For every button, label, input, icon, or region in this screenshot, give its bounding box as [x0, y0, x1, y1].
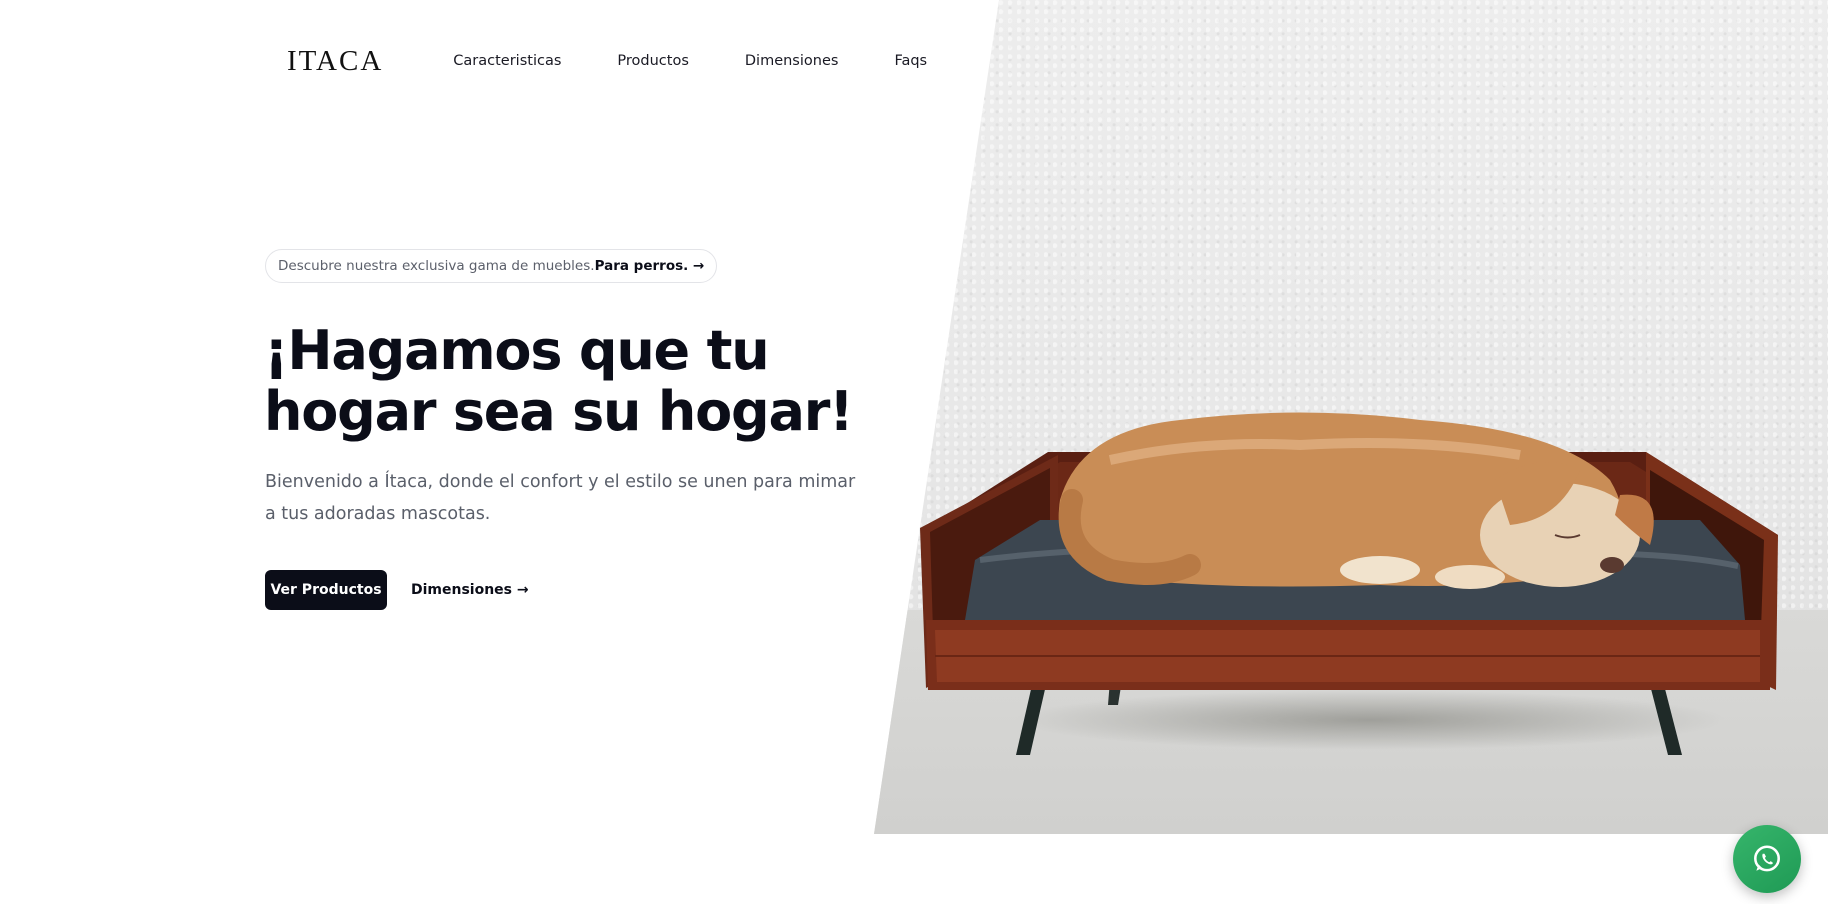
nav-item-faqs[interactable]: Faqs — [894, 53, 927, 69]
nav-item-productos[interactable]: Productos — [617, 53, 688, 69]
announcement-link[interactable]: Para perros. → — [595, 258, 705, 274]
hero-title: ¡Hagamos que tu hogar sea su hogar! — [264, 320, 864, 442]
nav-item-caracteristicas[interactable]: Caracteristicas — [453, 53, 561, 69]
brand-logo[interactable]: ITACA — [287, 45, 383, 78]
site-header: ITACA Caracteristicas Productos Dimensio… — [265, 36, 983, 86]
announcement-text: Descubre nuestra exclusiva gama de muebl… — [278, 258, 595, 274]
announcement-pill: Descubre nuestra exclusiva gama de muebl… — [265, 249, 718, 283]
dimensions-link[interactable]: Dimensiones → — [411, 570, 529, 610]
view-products-button[interactable]: Ver Productos — [265, 570, 387, 610]
hero-title-line-1: ¡Hagamos que tu — [264, 319, 770, 382]
whatsapp-icon — [1754, 845, 1780, 872]
hero-subtitle: Bienvenido a Ítaca, donde el confort y e… — [265, 472, 856, 524]
hero-title-line-2: hogar sea su hogar! — [264, 380, 854, 443]
main-nav: Caracteristicas Productos Dimensiones Fa… — [453, 53, 983, 69]
nav-item-dimensiones[interactable]: Dimensiones — [745, 53, 839, 69]
whatsapp-button[interactable] — [1733, 825, 1801, 893]
